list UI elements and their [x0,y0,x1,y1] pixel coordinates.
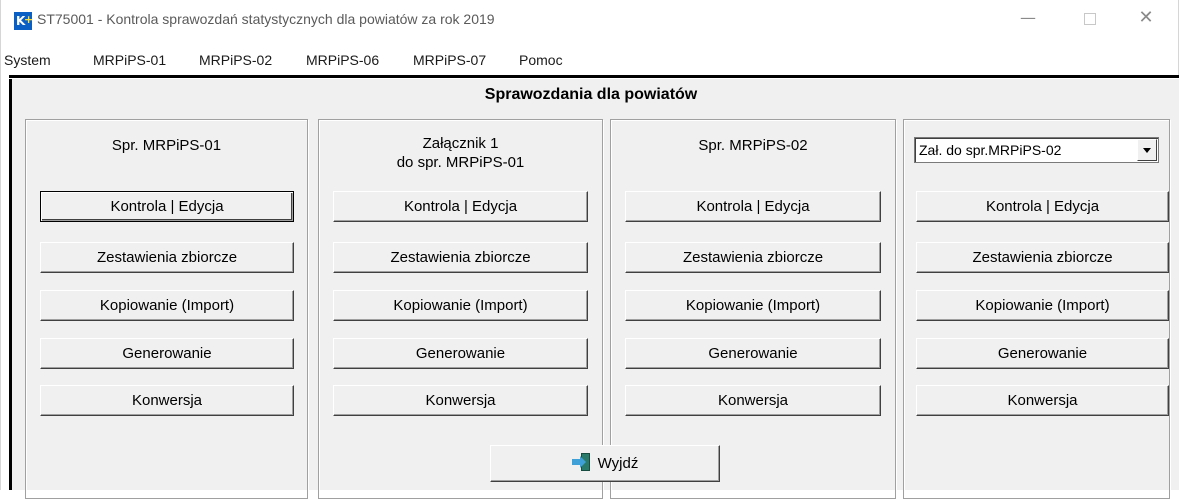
kontrola-edycja-button[interactable]: Kontrola | Edycja [333,191,588,222]
minimize-button[interactable]: — [1005,0,1051,36]
generowanie-button[interactable]: Generowanie [625,338,881,369]
menu-mrpips-07[interactable]: MRPiPS-07 [413,52,486,68]
kopiowanie-import-button[interactable]: Kopiowanie (Import) [625,290,881,321]
kontrola-edycja-button[interactable]: Kontrola | Edycja [916,191,1169,222]
exit-button[interactable]: Wyjdź [490,445,720,482]
group-subheading: do spr. MRPiPS-01 [396,154,525,171]
generowanie-button[interactable]: Generowanie [40,338,294,369]
chevron-down-icon[interactable] [1137,139,1157,161]
group-zal-mrpips-02: Zał. do spr.MRPiPS-02 Kontrola | Edycja … [903,119,1170,499]
window-title: ST75001 - Kontrola sprawozdań statystycz… [37,11,495,27]
group-zalacznik-1: Załącznik 1 do spr. MRPiPS-01 Kontrola |… [318,119,603,499]
kontrola-edycja-button[interactable]: Kontrola | Edycja [40,191,294,222]
group-mrpips-01: Spr. MRPiPS-01 Kontrola | Edycja Zestawi… [25,119,308,499]
menu-bar: System MRPiPS-01 MRPiPS-02 MRPiPS-06 MRP… [1,49,1178,73]
kopiowanie-import-button[interactable]: Kopiowanie (Import) [333,290,588,321]
title-bar: K + ST75001 - Kontrola sprawozdań statyst… [1,0,1178,36]
app-logo-icon: K + [14,12,34,30]
exit-label: Wyjdź [597,455,639,472]
generowanie-button[interactable]: Generowanie [916,338,1169,369]
zestawienia-zbiorcze-button[interactable]: Zestawienia zbiorcze [40,242,294,273]
report-select[interactable]: Zał. do spr.MRPiPS-02 [914,137,1159,163]
main-panel: Sprawozdania dla powiatów Spr. MRPiPS-01… [9,75,1179,499]
menu-mrpips-01[interactable]: MRPiPS-01 [93,52,166,68]
maximize-button[interactable] [1067,0,1113,36]
report-select-value: Zał. do spr.MRPiPS-02 [919,142,1062,158]
menu-system[interactable]: System [4,52,51,68]
app-window: K + ST75001 - Kontrola sprawozdań statyst… [0,0,1179,499]
group-mrpips-02: Spr. MRPiPS-02 Kontrola | Edycja Zestawi… [610,119,896,499]
menu-pomoc[interactable]: Pomoc [519,52,563,68]
close-button[interactable]: ✕ [1123,0,1169,36]
zestawienia-zbiorcze-button[interactable]: Zestawienia zbiorcze [333,242,588,273]
group-heading: Spr. MRPiPS-01 [111,137,222,154]
zestawienia-zbiorcze-button[interactable]: Zestawienia zbiorcze [916,242,1169,273]
exit-door-icon [571,453,592,471]
konwersja-button[interactable]: Konwersja [333,385,588,416]
konwersja-button[interactable]: Konwersja [916,385,1169,416]
group-heading: Załącznik 1 [422,135,499,152]
kopiowanie-import-button[interactable]: Kopiowanie (Import) [40,290,294,321]
maximize-icon [1084,12,1096,25]
konwersja-button[interactable]: Konwersja [40,385,294,416]
group-heading: Spr. MRPiPS-02 [698,137,808,154]
kontrola-edycja-button[interactable]: Kontrola | Edycja [625,191,881,222]
menu-mrpips-06[interactable]: MRPiPS-06 [306,52,379,68]
generowanie-button[interactable]: Generowanie [333,338,588,369]
kopiowanie-import-button[interactable]: Kopiowanie (Import) [916,290,1169,321]
zestawienia-zbiorcze-button[interactable]: Zestawienia zbiorcze [625,242,881,273]
page-title: Sprawozdania dla powiatów [484,86,698,103]
konwersja-button[interactable]: Konwersja [625,385,881,416]
menu-mrpips-02[interactable]: MRPiPS-02 [199,52,272,68]
